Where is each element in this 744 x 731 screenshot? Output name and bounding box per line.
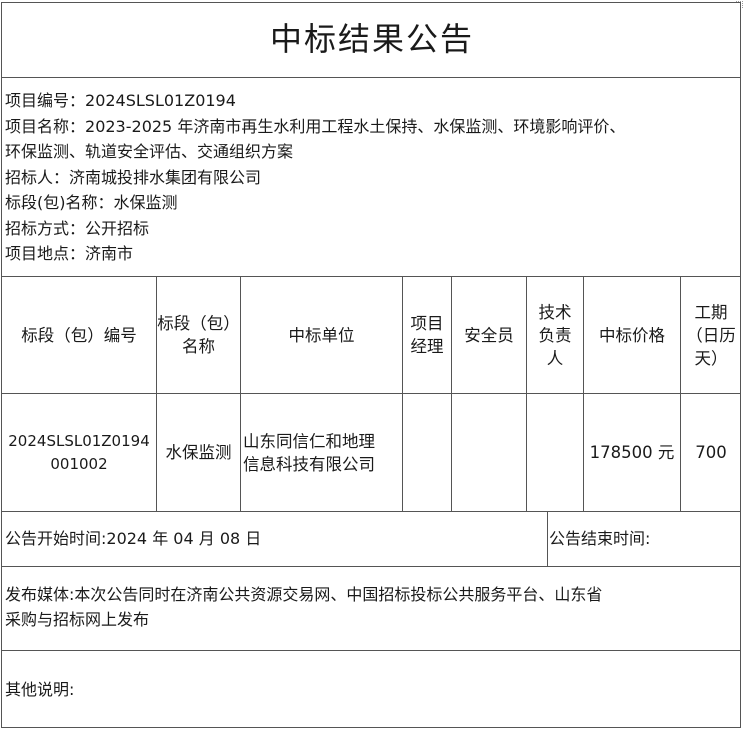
other-notes: 其他说明: — [5, 680, 75, 699]
cell-manager — [403, 394, 451, 511]
header-lot-name: 标段（包） 名称 — [157, 277, 240, 393]
header-text: 工期 — [694, 302, 728, 322]
cell-text: 山东同信仁和地理 — [243, 431, 375, 451]
header-text: 负责 — [538, 325, 572, 345]
cell-duration: 700 — [681, 394, 741, 511]
header-text: 天） — [694, 348, 728, 368]
project-info: 项目编号：2024SLSL01Z0194 项目名称：2023-2025 年济南市… — [5, 88, 625, 267]
header-text: 标段（包）编号 — [21, 325, 137, 345]
info-value: 济南城投排水集团有限公司 — [69, 167, 262, 187]
info-value: 2023-2025 年济南市再生水利用工程水土保持、水保监测、环境影响评价、 — [85, 116, 626, 136]
info-label: 招标方式： — [5, 218, 86, 238]
info-row-lot-name: 标段(包)名称：水保监测 — [5, 190, 625, 216]
header-text: 标段（包） — [157, 314, 240, 333]
header-text: 项目 — [410, 314, 444, 333]
info-row-method: 招标方式：公开招标 — [5, 216, 625, 242]
info-label: 项目地点： — [5, 244, 86, 263]
header-text: （日历 — [686, 325, 736, 345]
info-label: 标段(包)名称： — [5, 193, 114, 212]
cell-lot-name: 水保监测 — [157, 394, 240, 511]
page-title: 中标结果公告 — [269, 20, 474, 58]
title-divider — [1, 77, 741, 78]
announcement-end-time: 公告结束时间: — [549, 529, 651, 548]
info-row-tenderer: 招标人：济南城投排水集团有限公司 — [5, 165, 625, 191]
header-text: 人 — [546, 348, 564, 368]
cell-text: 700 — [695, 443, 727, 462]
table-bottom-divider — [1, 511, 741, 512]
media-divider — [1, 650, 741, 651]
publish-media: 发布媒体:本次公告同时在济南公共资源交易网、中国招标投标公共服务平台、山东省 采… — [5, 582, 602, 632]
cell-price: 178500 元 — [584, 394, 680, 511]
header-text: 技术 — [538, 302, 572, 322]
info-row-project-name: 项目名称：2023-2025 年济南市再生水利用工程水土保持、水保监测、环境影响… — [5, 114, 625, 140]
info-value: 水保监测 — [113, 193, 178, 212]
header-text: 名称 — [182, 337, 215, 356]
publish-media-line: 发布媒体:本次公告同时在济南公共资源交易网、中国招标投标公共服务平台、山东省 — [5, 585, 603, 604]
cell-tech-lead — [527, 394, 583, 511]
info-value: 济南市 — [85, 244, 134, 263]
info-value: 公开招标 — [85, 218, 150, 238]
header-winner: 中标单位 — [241, 277, 402, 393]
cell-winner: 山东同信仁和地理 信息科技有限公司 — [243, 394, 402, 511]
cell-text: 信息科技有限公司 — [243, 454, 375, 474]
info-value: 环保监测、轨道安全评估、交通组织方案 — [5, 142, 294, 161]
header-duration: 工期 （日历天） — [681, 277, 741, 393]
cell-text: 001002 — [50, 454, 108, 473]
header-text: 中标价格 — [599, 325, 665, 345]
info-row-project-name-cont: 环保监测、轨道安全评估、交通组织方案 — [5, 139, 625, 165]
info-value: 2024SLSL01Z0194 — [85, 91, 236, 110]
info-label: 项目编号： — [5, 91, 86, 110]
corner-marker — [736, 1, 743, 8]
header-price: 中标价格 — [584, 277, 680, 393]
time-col-divider — [547, 511, 548, 566]
cell-text: 水保监测 — [165, 443, 232, 462]
info-label: 项目名称： — [5, 116, 86, 136]
header-text: 安全员 — [464, 325, 514, 345]
cell-safety-officer — [452, 394, 526, 511]
time-divider — [1, 566, 741, 567]
info-row-project-code: 项目编号：2024SLSL01Z0194 — [5, 88, 625, 114]
announcement-document: 中标结果公告 项目编号：2024SLSL01Z0194 项目名称：2023-20… — [0, 0, 744, 731]
header-lot-code: 标段（包）编号 — [2, 277, 156, 393]
header-manager: 项目 经理 — [403, 277, 451, 393]
header-tech-lead: 技术 负责人 — [527, 277, 583, 393]
cell-lot-code: 2024SLSL01Z0194 001002 — [2, 394, 156, 511]
info-label: 招标人： — [5, 167, 70, 187]
header-text: 经理 — [410, 337, 444, 356]
header-safety-officer: 安全员 — [452, 277, 526, 393]
header-text: 中标单位 — [288, 325, 355, 345]
cell-text: 178500 元 — [589, 443, 675, 462]
info-row-location: 项目地点：济南市 — [5, 241, 625, 267]
announcement-start-time: 公告开始时间:2024 年 04 月 08 日 — [5, 529, 262, 548]
publish-media-line: 采购与招标网上发布 — [5, 610, 150, 629]
cell-text: 2024SLSL01Z0194 — [8, 431, 150, 450]
